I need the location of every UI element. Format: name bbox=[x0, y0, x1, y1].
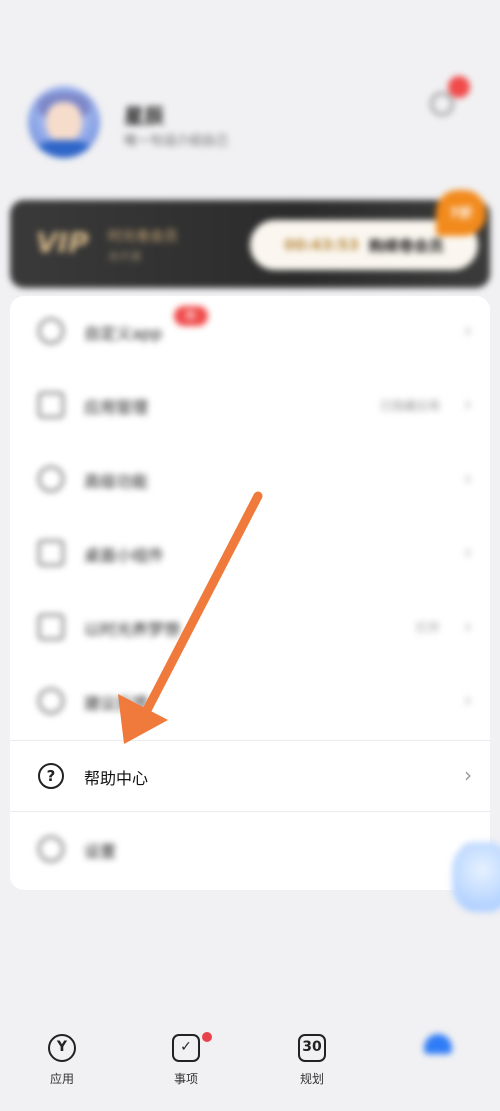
menu-item-feedback[interactable]: 建议反馈 › bbox=[10, 666, 490, 738]
chevron-right-icon: › bbox=[464, 540, 472, 564]
menu-item-help-center[interactable]: ? 帮助中心 › bbox=[10, 740, 490, 812]
checkbox-icon: ✓ bbox=[172, 1034, 200, 1062]
vip-buy-label: 购续卷会员 bbox=[368, 236, 444, 255]
bulb-icon bbox=[38, 688, 64, 714]
bottom-tab-bar: Y 应用 ✓ 事项 30 规划 bbox=[0, 1016, 500, 1111]
settings-menu: 自定义app 新 › 应用管理 已隐藏应用 › 高级功能 › 桌面小组件 › 以… bbox=[10, 296, 490, 890]
tab-label: 事项 bbox=[173, 1072, 198, 1086]
menu-item-label: 自定义app bbox=[84, 324, 163, 343]
menu-item-label: 桌面小组件 bbox=[84, 546, 165, 565]
grid-icon bbox=[38, 392, 64, 418]
chevron-right-icon: › bbox=[464, 318, 472, 342]
menu-item-label: 建议反馈 bbox=[84, 694, 149, 713]
chevron-right-icon: › bbox=[464, 763, 472, 787]
chevron-right-icon: › bbox=[464, 392, 472, 416]
notification-badge bbox=[448, 76, 470, 98]
tab-label: 应用 bbox=[49, 1072, 74, 1086]
chevron-right-icon: › bbox=[464, 614, 472, 638]
menu-item-label: 帮助中心 bbox=[84, 769, 149, 788]
vip-banner[interactable]: VIP 时光卷会员 未开通 00:43:53 购续卷会员 7折 bbox=[10, 190, 490, 288]
question-circle-icon: ? bbox=[38, 763, 64, 789]
widget-icon bbox=[38, 540, 64, 566]
vip-title: 时光卷会员 bbox=[108, 229, 178, 245]
menu-item-advanced[interactable]: 高级功能 › bbox=[10, 444, 490, 516]
menu-item-value: 已隐藏应用 bbox=[379, 399, 440, 413]
notification-bell-icon[interactable] bbox=[428, 76, 470, 116]
tasks-badge-dot bbox=[202, 1032, 212, 1042]
menu-item-custom-app[interactable]: 自定义app 新 › bbox=[10, 296, 490, 368]
menu-item-label: 高级功能 bbox=[84, 472, 149, 491]
floating-mascot-icon[interactable] bbox=[452, 842, 500, 912]
calendar-30-icon: 30 bbox=[298, 1034, 326, 1062]
menu-item-app-management[interactable]: 应用管理 已隐藏应用 › bbox=[10, 370, 490, 442]
menu-item-label: 应用管理 bbox=[84, 398, 149, 417]
tab-plan[interactable]: 30 规划 bbox=[282, 1034, 342, 1104]
cup-icon bbox=[38, 614, 64, 640]
vip-subtitle: 未开通 bbox=[108, 250, 141, 263]
custom-app-icon bbox=[38, 318, 64, 344]
menu-item-value: 打开 bbox=[415, 621, 440, 635]
discount-tag: 7折 bbox=[436, 190, 486, 236]
new-badge: 新 bbox=[174, 306, 208, 326]
profile-signature: 唯一句话介绍自己 bbox=[124, 134, 229, 149]
menu-item-dream[interactable]: 以时光养梦想 打开 › bbox=[10, 592, 490, 664]
profile-header[interactable]: 星辰 唯一句话介绍自己 bbox=[28, 76, 478, 164]
chevron-right-icon: › bbox=[464, 688, 472, 712]
menu-item-widgets[interactable]: 桌面小组件 › bbox=[10, 518, 490, 590]
hand-icon bbox=[38, 466, 64, 492]
chevron-right-icon: › bbox=[464, 466, 472, 490]
vip-countdown: 00:43:53 bbox=[284, 236, 359, 254]
gear-icon bbox=[38, 836, 64, 862]
profile-name: 星辰 bbox=[124, 104, 164, 128]
vip-badge: VIP bbox=[36, 226, 89, 259]
app-hex-icon: Y bbox=[48, 1034, 76, 1062]
menu-item-label: 以时光养梦想 bbox=[84, 620, 181, 639]
tab-mine[interactable] bbox=[424, 1034, 452, 1054]
menu-item-label: 设置 bbox=[84, 842, 117, 861]
menu-item-settings[interactable]: 设置 › bbox=[10, 814, 490, 886]
avatar[interactable] bbox=[28, 86, 100, 158]
tab-label: 规划 bbox=[299, 1072, 324, 1086]
tab-tasks[interactable]: ✓ 事项 bbox=[156, 1032, 216, 1104]
tab-apps[interactable]: Y 应用 bbox=[32, 1034, 92, 1104]
